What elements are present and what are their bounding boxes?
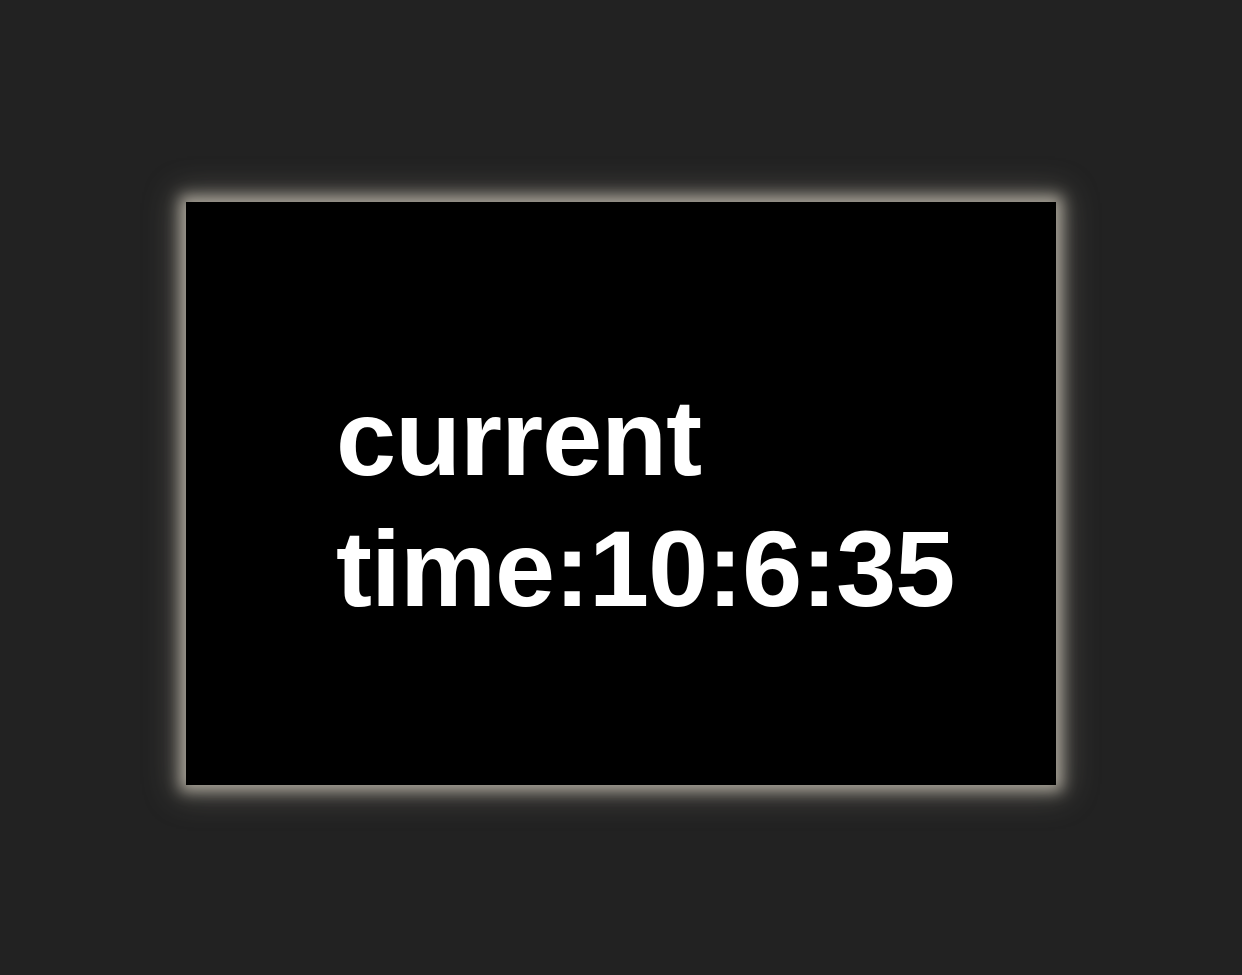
time-prefix: time: (336, 508, 590, 629)
clock-text: current time:10:6:35 (336, 372, 1016, 634)
clock-display-panel: current time:10:6:35 (186, 202, 1056, 785)
time-value: 10:6:35 (589, 508, 955, 629)
clock-label: current (336, 377, 702, 498)
